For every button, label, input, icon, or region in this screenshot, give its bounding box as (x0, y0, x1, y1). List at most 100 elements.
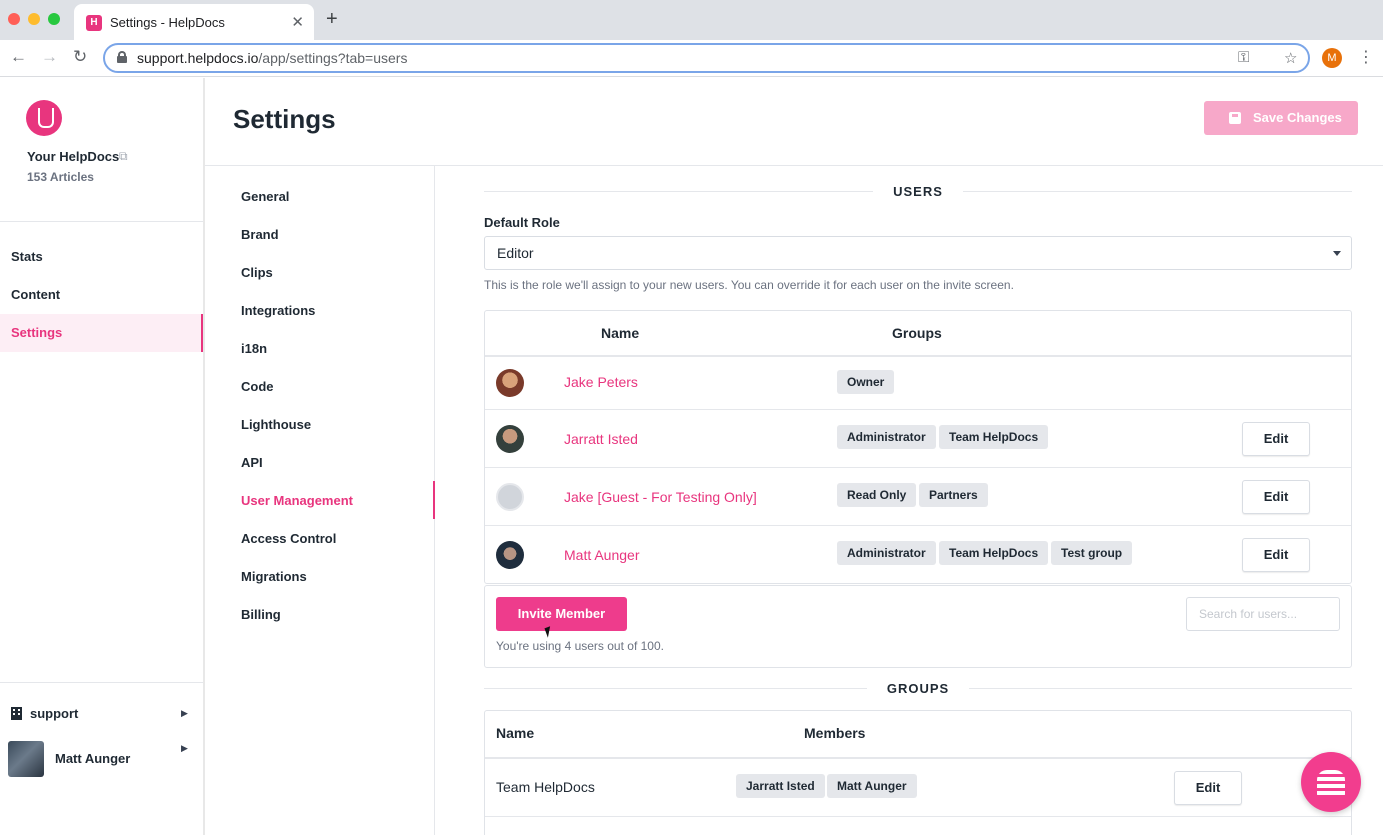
users-section-title: USERS (484, 184, 1352, 199)
lock-icon (117, 51, 127, 63)
group-tag: Administrator (837, 425, 936, 449)
user-name-link[interactable]: Jake [Guest - For Testing Only] (564, 489, 757, 505)
new-tab-icon[interactable]: + (326, 8, 338, 31)
group-tag: Read Only (837, 483, 917, 507)
bookmark-star-icon[interactable]: ☆ (1284, 49, 1297, 67)
app-sidebar: Your HelpDocs ⧉ 153 Articles Stats Conte… (0, 78, 205, 835)
url-text: support.helpdocs.io/app/settings?tab=use… (137, 50, 408, 66)
close-tab-icon[interactable]: ✕ (291, 13, 304, 31)
column-header-name: Name (496, 725, 535, 741)
page-title: Settings (233, 104, 336, 134)
edit-group-button[interactable]: Edit (1174, 771, 1242, 805)
table-row: Matt Aunger Administrator Team HelpDocs … (485, 525, 1351, 583)
default-role-label: Default Role (484, 215, 560, 230)
submenu-item-api[interactable]: API (241, 455, 263, 470)
tab-title: Settings - HelpDocs (110, 15, 225, 30)
minimize-window-button[interactable] (28, 13, 40, 25)
submenu-item-billing[interactable]: Billing (241, 607, 281, 622)
browser-tabstrip: H Settings - HelpDocs ✕ + (0, 0, 1383, 40)
default-role-select[interactable]: Editor (484, 236, 1352, 270)
profile-avatar[interactable]: M (1322, 48, 1342, 68)
back-arrow-icon[interactable]: ← (10, 47, 27, 67)
helpdocs-logo-icon[interactable] (26, 100, 62, 136)
submenu-item-clips[interactable]: Clips (241, 265, 273, 280)
column-header-name: Name (601, 325, 640, 341)
submenu-item-code[interactable]: Code (241, 379, 274, 394)
group-tag: Owner (837, 370, 895, 394)
submenu-item-general[interactable]: General (241, 189, 289, 204)
table-row: Jake Peters Owner (485, 357, 1351, 409)
avatar (496, 541, 524, 569)
groups-section-title: GROUPS (484, 681, 1352, 696)
submenu-item-access-control[interactable]: Access Control (241, 531, 336, 546)
user-name-link[interactable]: Jake Peters (564, 374, 638, 390)
save-changes-label: Save Changes (1253, 110, 1342, 125)
caret-right-icon[interactable]: ▶ (181, 743, 188, 754)
key-icon[interactable]: ⚿ (1238, 49, 1249, 66)
article-count: 153 Articles (27, 170, 94, 184)
settings-submenu: General Brand Clips Integrations i18n Co… (205, 166, 435, 835)
user-name-link[interactable]: Jarratt Isted (564, 431, 638, 447)
page-header: Settings Save Changes (205, 78, 1383, 166)
group-tag: Partners (919, 483, 988, 507)
table-row (485, 816, 1351, 835)
save-changes-button[interactable]: Save Changes (1204, 101, 1358, 135)
search-users-input[interactable]: Search for users... (1186, 597, 1340, 631)
submenu-item-brand[interactable]: Brand (241, 227, 279, 242)
table-row: Jake [Guest - For Testing Only] Read Onl… (485, 467, 1351, 525)
avatar (496, 425, 524, 453)
group-tag: Administrator (837, 541, 936, 565)
address-bar[interactable]: support.helpdocs.io/app/settings?tab=use… (103, 43, 1310, 73)
sidebar-item-content[interactable]: Content (0, 276, 203, 314)
user-usage-text: You're using 4 users out of 100. (496, 639, 664, 653)
lighthouse-widget-icon[interactable] (1301, 752, 1361, 812)
account-name: support (30, 706, 79, 721)
default-role-value: Editor (497, 245, 534, 261)
sidebar-item-settings[interactable]: Settings (0, 314, 203, 352)
sidebar-divider (0, 221, 203, 222)
default-role-hint: This is the role we'll assign to your ne… (484, 278, 1014, 292)
table-row: Team HelpDocs Jarratt Isted Matt Aunger … (485, 757, 1351, 815)
org-name[interactable]: Your HelpDocs (27, 149, 119, 164)
column-header-groups: Groups (892, 325, 942, 341)
group-name: Team HelpDocs (496, 779, 595, 795)
caret-down-icon (1333, 251, 1341, 256)
sidebar-item-stats[interactable]: Stats (0, 238, 203, 276)
edit-user-button[interactable]: Edit (1242, 422, 1310, 456)
group-tag: Test group (1051, 541, 1133, 565)
forward-arrow-icon[interactable]: → (41, 47, 58, 67)
submenu-item-integrations[interactable]: Integrations (241, 303, 315, 318)
default-avatar-icon (496, 483, 524, 511)
avatar (496, 369, 524, 397)
close-window-button[interactable] (8, 13, 20, 25)
caret-right-icon[interactable]: ▶ (181, 708, 188, 719)
maximize-window-button[interactable] (48, 13, 60, 25)
invite-panel: Invite Member You're using 4 users out o… (484, 585, 1352, 668)
account-switcher[interactable]: support (11, 706, 78, 721)
sidebar-divider (0, 682, 203, 683)
avatar (8, 741, 44, 777)
user-name-link[interactable]: Matt Aunger (564, 547, 640, 563)
submenu-item-user-management[interactable]: User Management (241, 493, 353, 508)
groups-table: Name Members Team HelpDocs Jarratt Isted… (484, 710, 1352, 835)
floppy-disk-icon (1229, 112, 1241, 124)
reload-icon[interactable]: ↻ (73, 47, 87, 67)
submenu-item-lighthouse[interactable]: Lighthouse (241, 417, 311, 432)
table-row: Jarratt Isted Administrator Team HelpDoc… (485, 409, 1351, 467)
group-tag: Team HelpDocs (939, 425, 1049, 449)
member-tag: Matt Aunger (827, 774, 917, 798)
browser-toolbar: ← → ↻ support.helpdocs.io/app/settings?t… (0, 40, 1383, 77)
invite-member-button[interactable]: Invite Member (496, 597, 627, 631)
member-tag: Jarratt Isted (736, 774, 825, 798)
browser-tab[interactable]: H Settings - HelpDocs ✕ (74, 4, 314, 40)
column-header-members: Members (804, 725, 866, 741)
browser-menu-icon[interactable]: ⋮ (1358, 47, 1374, 67)
submenu-item-migrations[interactable]: Migrations (241, 569, 307, 584)
users-table: Name Groups Jake Peters Owner Jarratt Is… (484, 310, 1352, 584)
active-submenu-indicator (433, 481, 435, 519)
external-link-icon[interactable]: ⧉ (119, 149, 128, 164)
helpdocs-favicon-icon: H (86, 15, 102, 31)
submenu-item-i18n[interactable]: i18n (241, 341, 267, 356)
edit-user-button[interactable]: Edit (1242, 538, 1310, 572)
edit-user-button[interactable]: Edit (1242, 480, 1310, 514)
